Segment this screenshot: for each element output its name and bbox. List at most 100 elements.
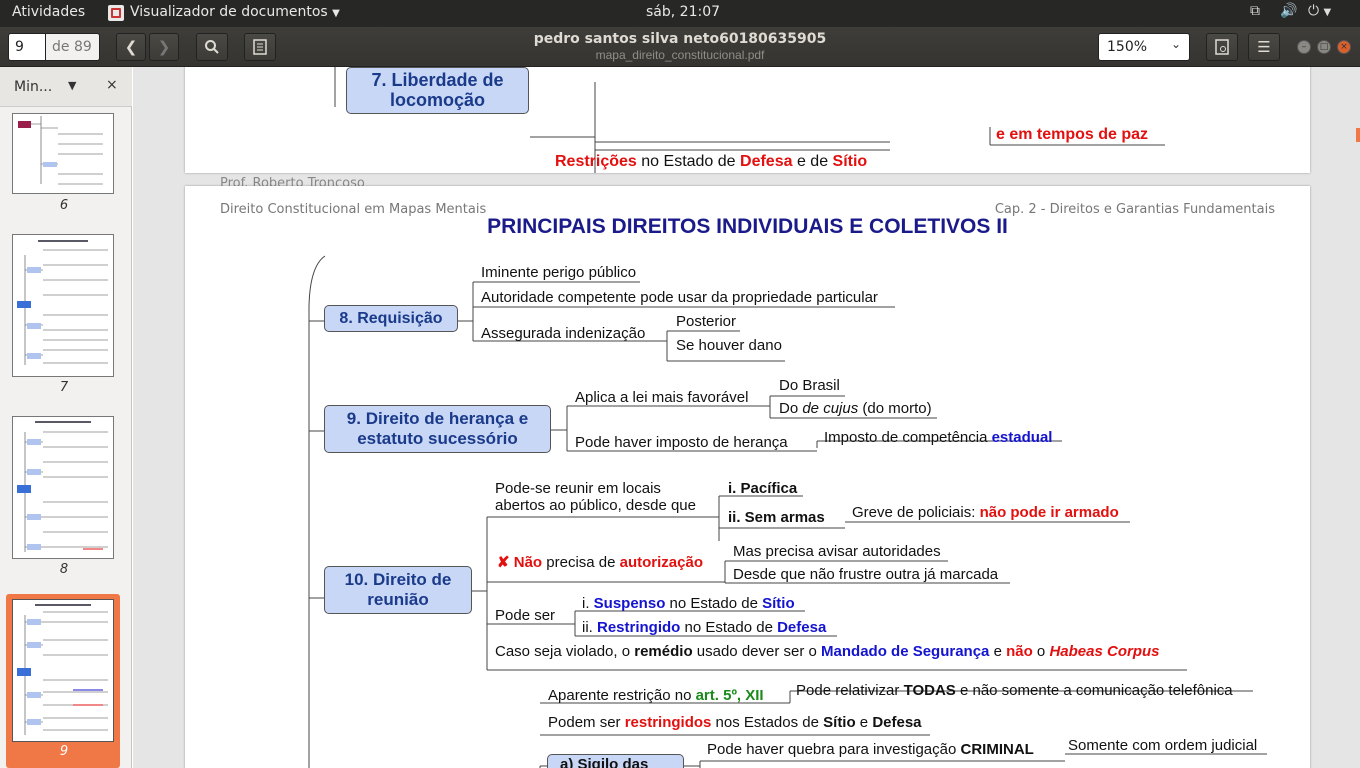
- annotations-button[interactable]: [244, 33, 276, 61]
- text-span: CRIMINAL: [960, 741, 1034, 758]
- leaf-se-houver-dano: Se houver dano: [676, 337, 782, 354]
- chevron-left-icon: ❮: [124, 38, 138, 56]
- document-icon: [1215, 39, 1229, 55]
- text-span: Caso seja violado, o: [495, 643, 635, 660]
- text-span: ii.: [582, 619, 597, 636]
- cross-icon: ✘: [497, 554, 510, 571]
- leaf-pode-se-reunir-2: abertos ao público, desde que: [495, 497, 696, 514]
- leaf-iminente-perigo: Iminente perigo público: [481, 264, 637, 281]
- leaf-do-brasil: Do Brasil: [779, 377, 840, 394]
- page-number-input[interactable]: 9: [8, 33, 46, 61]
- node-direito-reuniao: 10. Direito de reunião: [324, 566, 472, 614]
- node-line: reunião: [367, 590, 429, 609]
- print-document-button[interactable]: [1206, 33, 1238, 61]
- text-span: no Estado de: [665, 595, 763, 612]
- node-requisicao: 8. Requisição: [324, 305, 458, 332]
- text-span: no Estado de: [680, 619, 778, 636]
- system-top-bar: Atividades Visualizador de documentos ▼ …: [0, 0, 1360, 27]
- text-span: Greve de policiais:: [852, 504, 980, 521]
- node-liberdade-locomocao: 7. Liberdade de locomoção: [346, 67, 529, 114]
- close-window-button[interactable]: ×: [1337, 40, 1351, 54]
- scroll-indicator[interactable]: [1356, 128, 1360, 142]
- leaf-ordem-judicial: Somente com ordem judicial: [1068, 737, 1258, 754]
- sidebar-mode-select[interactable]: Min...: [14, 79, 52, 95]
- search-button[interactable]: [196, 33, 228, 61]
- thumbnail-page-6[interactable]: [12, 113, 114, 194]
- text-span: i.: [582, 595, 594, 612]
- leaf-restricoes: Restrições no Estado de Defesa e de Síti…: [555, 153, 867, 171]
- text-span: estadual: [991, 429, 1053, 446]
- chevron-down-icon: ▼: [1323, 7, 1332, 18]
- leaf-quebra-investigacao: Pode haver quebra para investigação CRIM…: [707, 741, 1034, 759]
- zoom-select[interactable]: 150% ⌄: [1098, 33, 1190, 61]
- text-span: Restrições: [555, 153, 637, 170]
- next-page-button[interactable]: ❯: [149, 33, 179, 61]
- leaf-aparente-restricao: Aparente restrição no art. 5º, XII: [548, 687, 764, 705]
- text-span: usado dever ser o: [692, 643, 822, 660]
- running-header-right: Cap. 2 - Direitos e Garantias Fundamenta…: [994, 202, 1275, 217]
- text-span: e: [989, 643, 1007, 660]
- leaf-pacifica: i. Pacífica: [728, 480, 798, 497]
- text-span: Restringido: [597, 619, 681, 636]
- document-list-icon: [253, 39, 267, 55]
- thumbnail-page-8[interactable]: [12, 416, 114, 559]
- leaf-assegurada-indenizacao: Assegurada indenização: [481, 325, 646, 342]
- thumbnail-preview: [18, 116, 103, 185]
- leaf-suspenso-sitio: i. Suspenso no Estado de Sítio: [582, 595, 795, 613]
- leaf-sem-armas: ii. Sem armas: [728, 509, 825, 526]
- node-line: estatuto sucessório: [357, 429, 518, 448]
- leaf-nao-frustre: Desde que não frustre outra já marcada: [733, 566, 999, 583]
- node-direito-heranca: 9. Direito de herança e estatuto sucessór…: [324, 405, 551, 453]
- node-line: 9. Direito de herança e: [346, 409, 529, 428]
- text-span: não: [1006, 643, 1033, 660]
- leaf-do-de-cujus: Do de cujus (do morto): [779, 400, 932, 418]
- zoom-value: 150%: [1107, 39, 1148, 55]
- text-span: Pode haver quebra para investigação: [707, 741, 961, 758]
- text-span: Defesa: [740, 153, 793, 170]
- thumbnail-label-6: 6: [59, 198, 69, 213]
- text-span: Imposto de competência: [824, 429, 992, 446]
- text-span: precisa de: [542, 554, 620, 571]
- thumbnail-preview: [17, 604, 108, 735]
- text-span: Defesa: [872, 714, 922, 731]
- previous-page-button[interactable]: ❮: [116, 33, 146, 61]
- page-total-label: de 89: [46, 33, 100, 61]
- leaf-avisar-autoridades: Mas precisa avisar autoridades: [733, 543, 941, 560]
- chevron-down-icon: ▼: [332, 8, 340, 19]
- network-icon[interactable]: ⧉: [1250, 3, 1260, 19]
- chevron-down-icon[interactable]: ▼: [68, 79, 76, 92]
- leaf-tempos-de-paz: e em tempos de paz: [996, 126, 1148, 144]
- close-sidebar-button[interactable]: ×: [106, 77, 118, 93]
- text-span: autorização: [619, 554, 703, 571]
- leaf-podem-ser-restringidos: Podem ser restringidos nos Estados de Sí…: [548, 714, 922, 732]
- thumbnail-preview: [17, 240, 108, 365]
- minimize-button[interactable]: –: [1297, 40, 1311, 54]
- document-viewport[interactable]: 7. Liberdade de locomoção e em tempos de …: [133, 67, 1360, 768]
- hamburger-icon: ☰: [1257, 38, 1271, 56]
- menu-button[interactable]: ☰: [1248, 33, 1280, 61]
- node-line: 7. Liberdade de: [371, 70, 504, 90]
- thumbnail-page-9-selected[interactable]: 9: [6, 594, 120, 768]
- clock[interactable]: sáb, 21:07: [646, 4, 720, 20]
- window-title: pedro santos silva neto60180635905: [533, 31, 827, 47]
- app-menu[interactable]: Visualizador de documentos ▼: [130, 4, 340, 20]
- maximize-button[interactable]: □: [1317, 40, 1331, 54]
- sidebar-header: Min... ▼ ×: [0, 67, 132, 107]
- header-bar: 9 de 89 ❮ ❯ pedro santos silva neto60180…: [0, 27, 1360, 67]
- text-span: Aparente restrição no: [548, 687, 696, 704]
- volume-icon[interactable]: 🔊: [1280, 3, 1297, 19]
- text-span: e: [855, 714, 873, 731]
- thumbnail-sidebar: Min... ▼ × 6 7 8 9: [0, 67, 132, 768]
- activities-button[interactable]: Atividades: [12, 4, 85, 20]
- node-sigilo: a) Sigilo das: [547, 754, 684, 768]
- page-8: 7. Liberdade de locomoção e em tempos de …: [185, 67, 1310, 221]
- text-span: e de: [792, 153, 833, 170]
- running-header-left: Direito Constitucional em Mapas Mentais: [220, 202, 487, 217]
- power-icon[interactable]: ⏻ ▼: [1308, 3, 1331, 19]
- thumbnail-page-7[interactable]: [12, 234, 114, 377]
- window-subtitle: mapa_direito_constitucional.pdf: [595, 48, 765, 62]
- text-span: Mandado de Segurança: [821, 643, 990, 660]
- leaf-remedio: Caso seja violado, o remédio usado dever…: [495, 643, 1160, 661]
- leaf-pode-ser: Pode ser: [495, 607, 556, 624]
- leaf-restringido-defesa: ii. Restringido no Estado de Defesa: [582, 619, 826, 637]
